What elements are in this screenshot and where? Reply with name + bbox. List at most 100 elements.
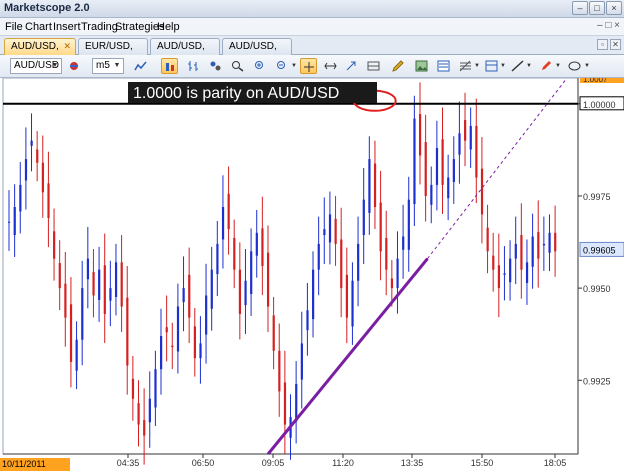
zoom-in-icon[interactable]: [252, 58, 269, 74]
crosshair-icon[interactable]: [300, 58, 317, 74]
menu-help[interactable]: Help: [157, 21, 180, 33]
candle-body: [418, 114, 422, 156]
candle-body: [385, 237, 388, 270]
chevron-down-icon: ▼: [113, 62, 121, 69]
picture-icon[interactable]: [413, 58, 430, 74]
instrument-add-icon[interactable]: [66, 58, 83, 74]
mdi-controls[interactable]: – □ ×: [597, 20, 620, 31]
ellipse-icon[interactable]: [566, 58, 583, 74]
fibonacci-icon[interactable]: [457, 58, 474, 74]
compare-icon[interactable]: [365, 58, 382, 74]
candle-body: [520, 235, 523, 270]
tab-aud-usd-m1-2[interactable]: AUD/USD, m1: [222, 38, 292, 67]
x-tick-label: 13:35: [401, 458, 424, 468]
menu-chart[interactable]: Chart: [25, 21, 52, 33]
candle-body: [424, 142, 427, 196]
color-pen-icon[interactable]: [538, 58, 555, 74]
candle-body: [447, 177, 450, 199]
layout-icon[interactable]: [483, 58, 500, 74]
candle-body: [188, 274, 191, 318]
autoscroll-icon[interactable]: [343, 58, 360, 74]
menu-bar: File Chart Insert Trading Strategies Hel…: [0, 18, 624, 36]
chart-area[interactable]: 1.0000 is parity on AUD/USD 0.9925 0.9950 0…: [0, 75, 624, 471]
minimize-icon[interactable]: –: [572, 1, 588, 15]
candle-body: [199, 343, 202, 359]
candle-body: [458, 133, 461, 155]
candle-body: [317, 243, 320, 270]
menu-insert[interactable]: Insert: [53, 21, 81, 33]
zoom-icon[interactable]: [229, 58, 246, 74]
candle-body: [176, 306, 180, 352]
indicator-icon[interactable]: [207, 58, 224, 74]
data-window-icon[interactable]: [435, 58, 452, 74]
candle-body: [210, 269, 213, 309]
candle-body: [509, 258, 512, 283]
chevron-down-icon[interactable]: ▼: [584, 63, 590, 69]
tab-eur-usd-d1[interactable]: EUR/USD, D1: [78, 38, 148, 67]
x-tick-label: 04:35: [117, 458, 140, 468]
candle-body: [278, 350, 281, 392]
candle-body: [126, 297, 129, 366]
line-draw-icon[interactable]: [509, 58, 526, 74]
candle-chart-icon[interactable]: [161, 58, 178, 74]
candle-body: [475, 125, 478, 178]
window-title: Marketscope 2.0: [4, 2, 90, 14]
y-tick-label: 0.9925: [583, 376, 611, 386]
candle-body: [86, 258, 90, 280]
x-tick-label: 15:50: [471, 458, 494, 468]
candle-body: [165, 327, 168, 333]
timeframe-select[interactable]: m5 ▼: [92, 58, 124, 74]
candle-body: [340, 239, 343, 289]
chevron-down-icon[interactable]: ▼: [555, 63, 561, 69]
menu-trading[interactable]: Trading: [81, 21, 118, 33]
candle-body: [486, 227, 489, 252]
window-controls: – □ ×: [572, 1, 622, 15]
pencil-icon[interactable]: [389, 58, 406, 74]
candle-body: [120, 262, 123, 307]
candle-body: [58, 263, 61, 289]
candle-body: [441, 139, 444, 185]
candle-body: [272, 315, 275, 351]
chevron-down-icon[interactable]: ▼: [291, 63, 297, 69]
close-chart-icon[interactable]: ✕: [610, 39, 621, 50]
chevron-down-icon[interactable]: ▼: [526, 63, 532, 69]
candle-body: [452, 159, 455, 182]
candle-body: [24, 159, 28, 181]
menu-file[interactable]: File: [5, 21, 23, 33]
candle-body: [430, 184, 433, 205]
candle-body: [19, 184, 22, 212]
bar-chart-icon[interactable]: [185, 58, 202, 74]
candle-body: [8, 221, 11, 223]
candle-body: [537, 232, 540, 259]
candle-body: [41, 162, 44, 193]
line-chart-icon[interactable]: [132, 58, 149, 74]
candle-body: [407, 199, 410, 250]
chevron-down-icon[interactable]: ▼: [500, 63, 506, 69]
candle-body: [464, 120, 467, 141]
candle-body: [469, 125, 472, 150]
tab-aud-usd-m5[interactable]: AUD/USD, m5 ✕: [4, 38, 76, 67]
candle-body: [238, 269, 242, 314]
candle-body: [233, 237, 236, 270]
price-chart[interactable]: 1.0000 is parity on AUD/USD 0.9925 0.9950 0…: [0, 75, 624, 471]
close-icon[interactable]: ×: [606, 1, 622, 15]
scroll-chart-icon[interactable]: [322, 58, 339, 74]
maximize-icon[interactable]: □: [589, 1, 605, 15]
instrument-select[interactable]: AUD/USD ▼: [10, 58, 62, 74]
x-tick-label: 18:05: [544, 458, 567, 468]
zoom-out-icon[interactable]: [274, 58, 291, 74]
candle-body: [328, 214, 332, 243]
candle-body: [357, 243, 360, 281]
tab-aud-usd-m1[interactable]: AUD/USD, m1: [150, 38, 220, 67]
candle-body: [103, 265, 106, 314]
candle-body: [379, 202, 382, 252]
candle-body: [255, 232, 258, 256]
chevron-down-icon[interactable]: ▼: [474, 63, 480, 69]
candle-body: [531, 236, 534, 267]
y-tick-label: 0.9975: [583, 192, 611, 202]
restore-chart-icon[interactable]: ▫: [597, 39, 608, 50]
close-tab-icon[interactable]: ✕: [63, 39, 71, 54]
timeframe-value: m5: [96, 60, 110, 71]
candle-body: [137, 403, 140, 425]
candle-body: [396, 258, 399, 289]
